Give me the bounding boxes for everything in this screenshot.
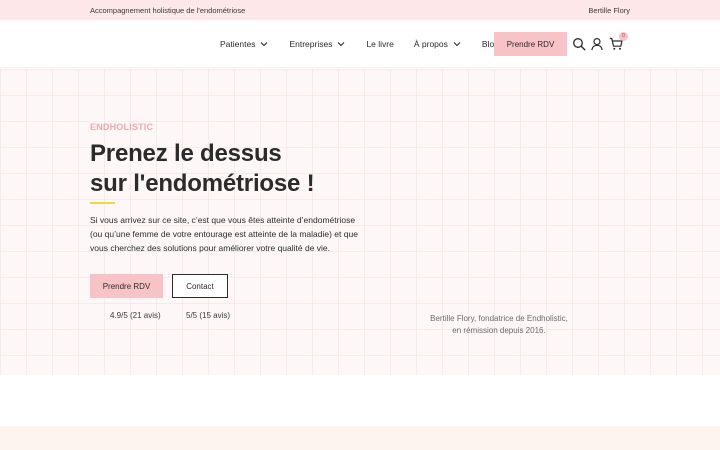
nav-label: À propos <box>413 39 448 49</box>
founder-caption: Bertille Flory, fondatrice de Endholisti… <box>424 313 574 337</box>
nav-item-le-livre[interactable]: Le livre <box>366 39 393 49</box>
search-icon[interactable] <box>572 37 586 51</box>
hero-contact-button[interactable]: Contact <box>172 274 228 298</box>
hero-title-line-2: sur l'endométriose ! <box>90 170 315 197</box>
chevron-down-icon <box>338 42 345 47</box>
nav-label: Entreprises <box>289 39 333 49</box>
site-tagline: Accompagnement holistique de l'endométri… <box>90 6 246 15</box>
hero-appointment-button[interactable]: Prendre RDV <box>90 274 163 298</box>
hero-section: ENDHOLISTIC Prenez le dessus sur l'endom… <box>0 69 720 375</box>
main-navigation: Patientes Entreprises Le livre À propos … <box>220 20 519 68</box>
nav-label: Patientes <box>220 39 256 49</box>
nav-item-patientes[interactable]: Patientes <box>220 39 269 49</box>
header-appointment-button[interactable]: Prendre RDV <box>494 32 567 56</box>
next-section-band <box>0 426 720 450</box>
cart-count-badge: 0 <box>619 32 628 41</box>
founder-caption-line-2: en rémission depuis 2016. <box>452 326 546 335</box>
hero-eyebrow: ENDHOLISTIC <box>90 122 154 132</box>
owner-name-link[interactable]: Bertille Flory <box>588 6 630 15</box>
nav-item-a-propos[interactable]: À propos <box>414 39 462 49</box>
chevron-down-icon <box>261 42 268 47</box>
founder-caption-line-1: Bertille Flory, fondatrice de Endholisti… <box>430 314 568 323</box>
title-accent-line <box>90 202 115 204</box>
hero-lead-paragraph: Si vous arrivez sur ce site, c’est que v… <box>90 215 358 253</box>
nav-item-entreprises[interactable]: Entreprises <box>289 39 346 49</box>
rating-summary: 5/5 (15 avis) <box>186 311 231 320</box>
hero-title-line-1: Prenez le dessus <box>90 140 282 167</box>
nav-label: Le livre <box>366 39 394 49</box>
rating-summary: 4.9/5 (21 avis) <box>110 311 161 320</box>
top-announcement-bar: Accompagnement holistique de l'endométri… <box>0 0 720 20</box>
site-header: Patientes Entreprises Le livre À propos … <box>0 20 720 68</box>
chevron-down-icon <box>453 42 461 47</box>
user-icon[interactable] <box>590 37 604 51</box>
